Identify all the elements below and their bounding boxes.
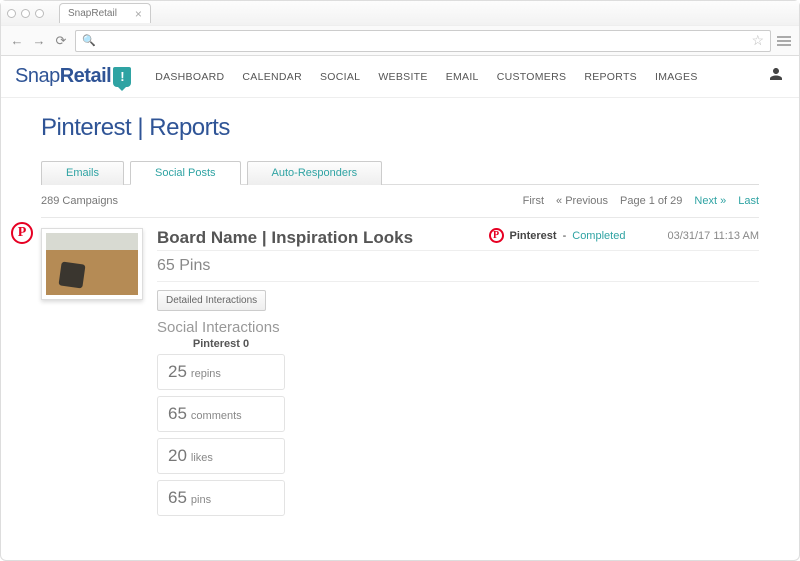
metric-repins: 25repins [157, 354, 285, 390]
pager-next[interactable]: Next » [694, 195, 726, 207]
status-label: Completed [572, 230, 625, 242]
pager-last[interactable]: Last [738, 195, 759, 207]
meta-separator: - [563, 230, 567, 242]
pager-prev[interactable]: « Previous [556, 195, 608, 207]
tab-emails[interactable]: Emails [41, 161, 124, 185]
nav-social[interactable]: SOCIAL [320, 71, 360, 83]
pager-first[interactable]: First [523, 195, 544, 207]
metric-comments: 65comments [157, 396, 285, 432]
metric-pins: 65pins [157, 480, 285, 516]
brand-part2: Retail [60, 65, 111, 88]
browser-tab-title: SnapRetail [68, 8, 117, 19]
app-header: SnapRetail ! DASHBOARD CALENDAR SOCIAL W… [1, 56, 799, 98]
page-title: Pinterest | Reports [41, 114, 759, 142]
nav-dashboard[interactable]: DASHBOARD [155, 71, 224, 83]
main-nav: DASHBOARD CALENDAR SOCIAL WEBSITE EMAIL … [155, 71, 697, 83]
browser-tab[interactable]: SnapRetail × [59, 3, 151, 23]
list-header: 289 Campaigns First « Previous Page 1 of… [41, 185, 759, 217]
campaign-title: Board Name | Inspiration Looks [157, 228, 413, 248]
pinterest-icon: P [11, 222, 33, 244]
campaign-count: 289 Campaigns [41, 195, 118, 207]
brand-part1: Snap [15, 65, 60, 88]
campaign-meta: P Pinterest - Completed 03/31/17 11:13 A… [489, 228, 760, 243]
nav-website[interactable]: WEBSITE [378, 71, 427, 83]
window-close-dot[interactable] [7, 9, 16, 18]
tab-social-posts[interactable]: Social Posts [130, 161, 241, 185]
user-icon[interactable] [767, 65, 785, 88]
report-tabs: Emails Social Posts Auto-Responders [41, 160, 759, 185]
close-icon[interactable]: × [135, 7, 142, 21]
pinterest-sublabel: Pinterest 0 [157, 338, 285, 350]
nav-email[interactable]: EMAIL [446, 71, 479, 83]
network-label: Pinterest [510, 230, 557, 242]
nav-images[interactable]: IMAGES [655, 71, 698, 83]
pager: First « Previous Page 1 of 29 Next » Las… [523, 195, 759, 207]
back-icon[interactable]: ← [9, 33, 25, 49]
forward-icon[interactable]: → [31, 33, 47, 49]
browser-chrome: SnapRetail × ← → ⟳ 🔍 ☆ [1, 1, 799, 56]
tab-auto-responders[interactable]: Auto-Responders [247, 161, 383, 185]
nav-reports[interactable]: REPORTS [584, 71, 637, 83]
page-content: Pinterest | Reports Emails Social Posts … [1, 98, 799, 516]
window-max-dot[interactable] [35, 9, 44, 18]
reload-icon[interactable]: ⟳ [53, 33, 69, 49]
campaign-date: 03/31/17 11:13 AM [667, 230, 759, 242]
brand-badge-icon: ! [113, 67, 131, 87]
browser-tabbar: SnapRetail × [1, 1, 799, 25]
pins-count: 65 Pins [157, 251, 759, 282]
pager-page-indicator: Page 1 of 29 [620, 195, 682, 207]
bookmark-icon[interactable]: ☆ [751, 32, 764, 49]
browser-toolbar: ← → ⟳ 🔍 ☆ [1, 25, 799, 55]
nav-customers[interactable]: CUSTOMERS [497, 71, 567, 83]
metric-likes: 20likes [157, 438, 285, 474]
campaign-card: P Board Name | Inspiration Looks P Pinte… [41, 217, 759, 516]
campaign-thumbnail[interactable] [41, 228, 143, 300]
search-icon: 🔍 [82, 34, 96, 47]
window-min-dot[interactable] [21, 9, 30, 18]
detailed-interactions-button[interactable]: Detailed Interactions [157, 290, 266, 311]
pinterest-icon: P [489, 228, 504, 243]
metrics-list: 25repins 65comments 20likes 65pins [157, 354, 759, 516]
address-bar[interactable]: 🔍 ☆ [75, 30, 771, 52]
nav-calendar[interactable]: CALENDAR [242, 71, 302, 83]
brand-logo[interactable]: SnapRetail ! [15, 65, 131, 88]
browser-menu-icon[interactable] [777, 36, 791, 46]
social-interactions-label: Social Interactions [157, 319, 759, 336]
